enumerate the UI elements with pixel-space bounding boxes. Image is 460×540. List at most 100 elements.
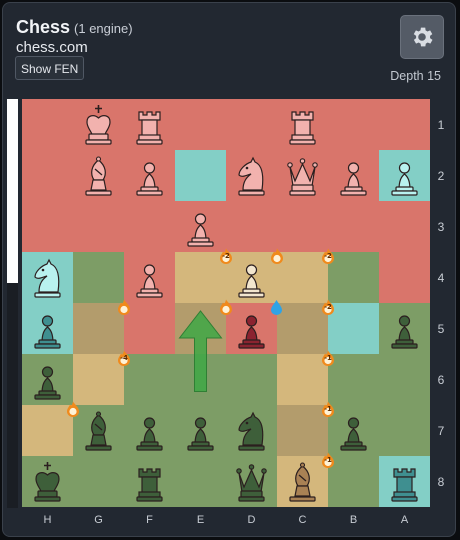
square-e3[interactable] [175,201,226,252]
square-f3[interactable] [124,201,175,252]
pawn-icon[interactable] [127,408,172,453]
square-a6[interactable] [379,354,430,405]
square-d8[interactable] [226,456,277,507]
square-b6[interactable] [328,354,379,405]
square-h4[interactable] [22,252,73,303]
rook-icon[interactable] [280,102,325,147]
knight-icon[interactable] [229,408,274,453]
square-f8[interactable] [124,456,175,507]
square-d7[interactable] [226,405,277,456]
fire-icon [270,248,283,264]
square-a2[interactable] [379,150,430,201]
square-h3[interactable] [22,201,73,252]
king-icon[interactable] [25,459,70,504]
queen-icon[interactable] [229,459,274,504]
square-c1[interactable] [277,99,328,150]
square-b3[interactable] [328,201,379,252]
square-d3[interactable] [226,201,277,252]
pawn-icon[interactable] [178,204,223,249]
square-e6[interactable] [175,354,226,405]
king-icon[interactable] [76,102,121,147]
pawn-icon[interactable] [229,306,274,351]
rook-icon[interactable] [127,102,172,147]
square-e7[interactable] [175,405,226,456]
show-fen-button[interactable]: Show FEN [15,56,85,80]
square-d2[interactable] [226,150,277,201]
square-g3[interactable] [73,201,124,252]
knight-icon[interactable] [25,255,70,300]
square-e1[interactable] [175,99,226,150]
square-c2[interactable] [277,150,328,201]
pawn-icon[interactable] [382,153,427,198]
square-f2[interactable] [124,150,175,201]
site-name: chess.com [16,39,88,56]
rank-label: 4 [437,271,445,285]
gear-icon [413,27,433,47]
rank-label: 8 [437,475,445,489]
square-f7[interactable] [124,405,175,456]
rook-icon[interactable] [127,459,172,504]
square-a5[interactable] [379,303,430,354]
depth-label: Depth 15 [390,69,441,83]
water-drop-icon [270,299,283,315]
square-h6[interactable] [22,354,73,405]
square-f5[interactable] [124,303,175,354]
square-a7[interactable] [379,405,430,456]
pawn-icon[interactable] [127,255,172,300]
square-h1[interactable] [22,99,73,150]
pawn-icon[interactable] [382,306,427,351]
rank-label: 6 [437,373,445,387]
square-h2[interactable] [22,150,73,201]
square-b7[interactable] [328,405,379,456]
rook-icon[interactable] [382,459,427,504]
square-b8[interactable] [328,456,379,507]
pawn-icon[interactable] [127,153,172,198]
square-d1[interactable] [226,99,277,150]
queen-icon[interactable] [280,153,325,198]
square-g7[interactable] [73,405,124,456]
square-a4[interactable] [379,252,430,303]
fire-icon: -2 [321,248,334,264]
rank-label: 5 [437,322,445,336]
fire-icon [117,299,130,315]
square-b4[interactable] [328,252,379,303]
square-b2[interactable] [328,150,379,201]
pawn-icon[interactable] [331,408,376,453]
bishop-icon[interactable] [76,408,121,453]
bishop-icon[interactable] [280,459,325,504]
pawn-icon[interactable] [331,153,376,198]
rank-label: 2 [437,169,445,183]
pawn-icon[interactable] [178,408,223,453]
square-d6[interactable] [226,354,277,405]
square-f6[interactable] [124,354,175,405]
square-g8[interactable] [73,456,124,507]
square-h5[interactable] [22,303,73,354]
square-a1[interactable] [379,99,430,150]
square-f4[interactable] [124,252,175,303]
settings-button[interactable] [400,15,444,59]
fire-icon: -2 [219,248,232,264]
square-a3[interactable] [379,201,430,252]
evaluation-bar-white [7,99,18,284]
chess-board[interactable]: -2 -2 -2 -4 -1 -1 -1 [22,99,430,507]
knight-icon[interactable] [229,153,274,198]
square-g4[interactable] [73,252,124,303]
pawn-icon[interactable] [25,357,70,402]
pawn-icon[interactable] [25,306,70,351]
file-label: F [146,514,153,526]
square-a8[interactable] [379,456,430,507]
pawn-icon[interactable] [229,255,274,300]
square-b5[interactable] [328,303,379,354]
square-b1[interactable] [328,99,379,150]
square-h8[interactable] [22,456,73,507]
engine-count: (1 engine) [74,21,133,36]
bishop-icon[interactable] [76,153,121,198]
square-g1[interactable] [73,99,124,150]
fire-icon: -1 [321,452,334,468]
fire-icon: -1 [321,350,334,366]
square-f1[interactable] [124,99,175,150]
square-e2[interactable] [175,150,226,201]
square-g2[interactable] [73,150,124,201]
square-c3[interactable] [277,201,328,252]
square-e8[interactable] [175,456,226,507]
